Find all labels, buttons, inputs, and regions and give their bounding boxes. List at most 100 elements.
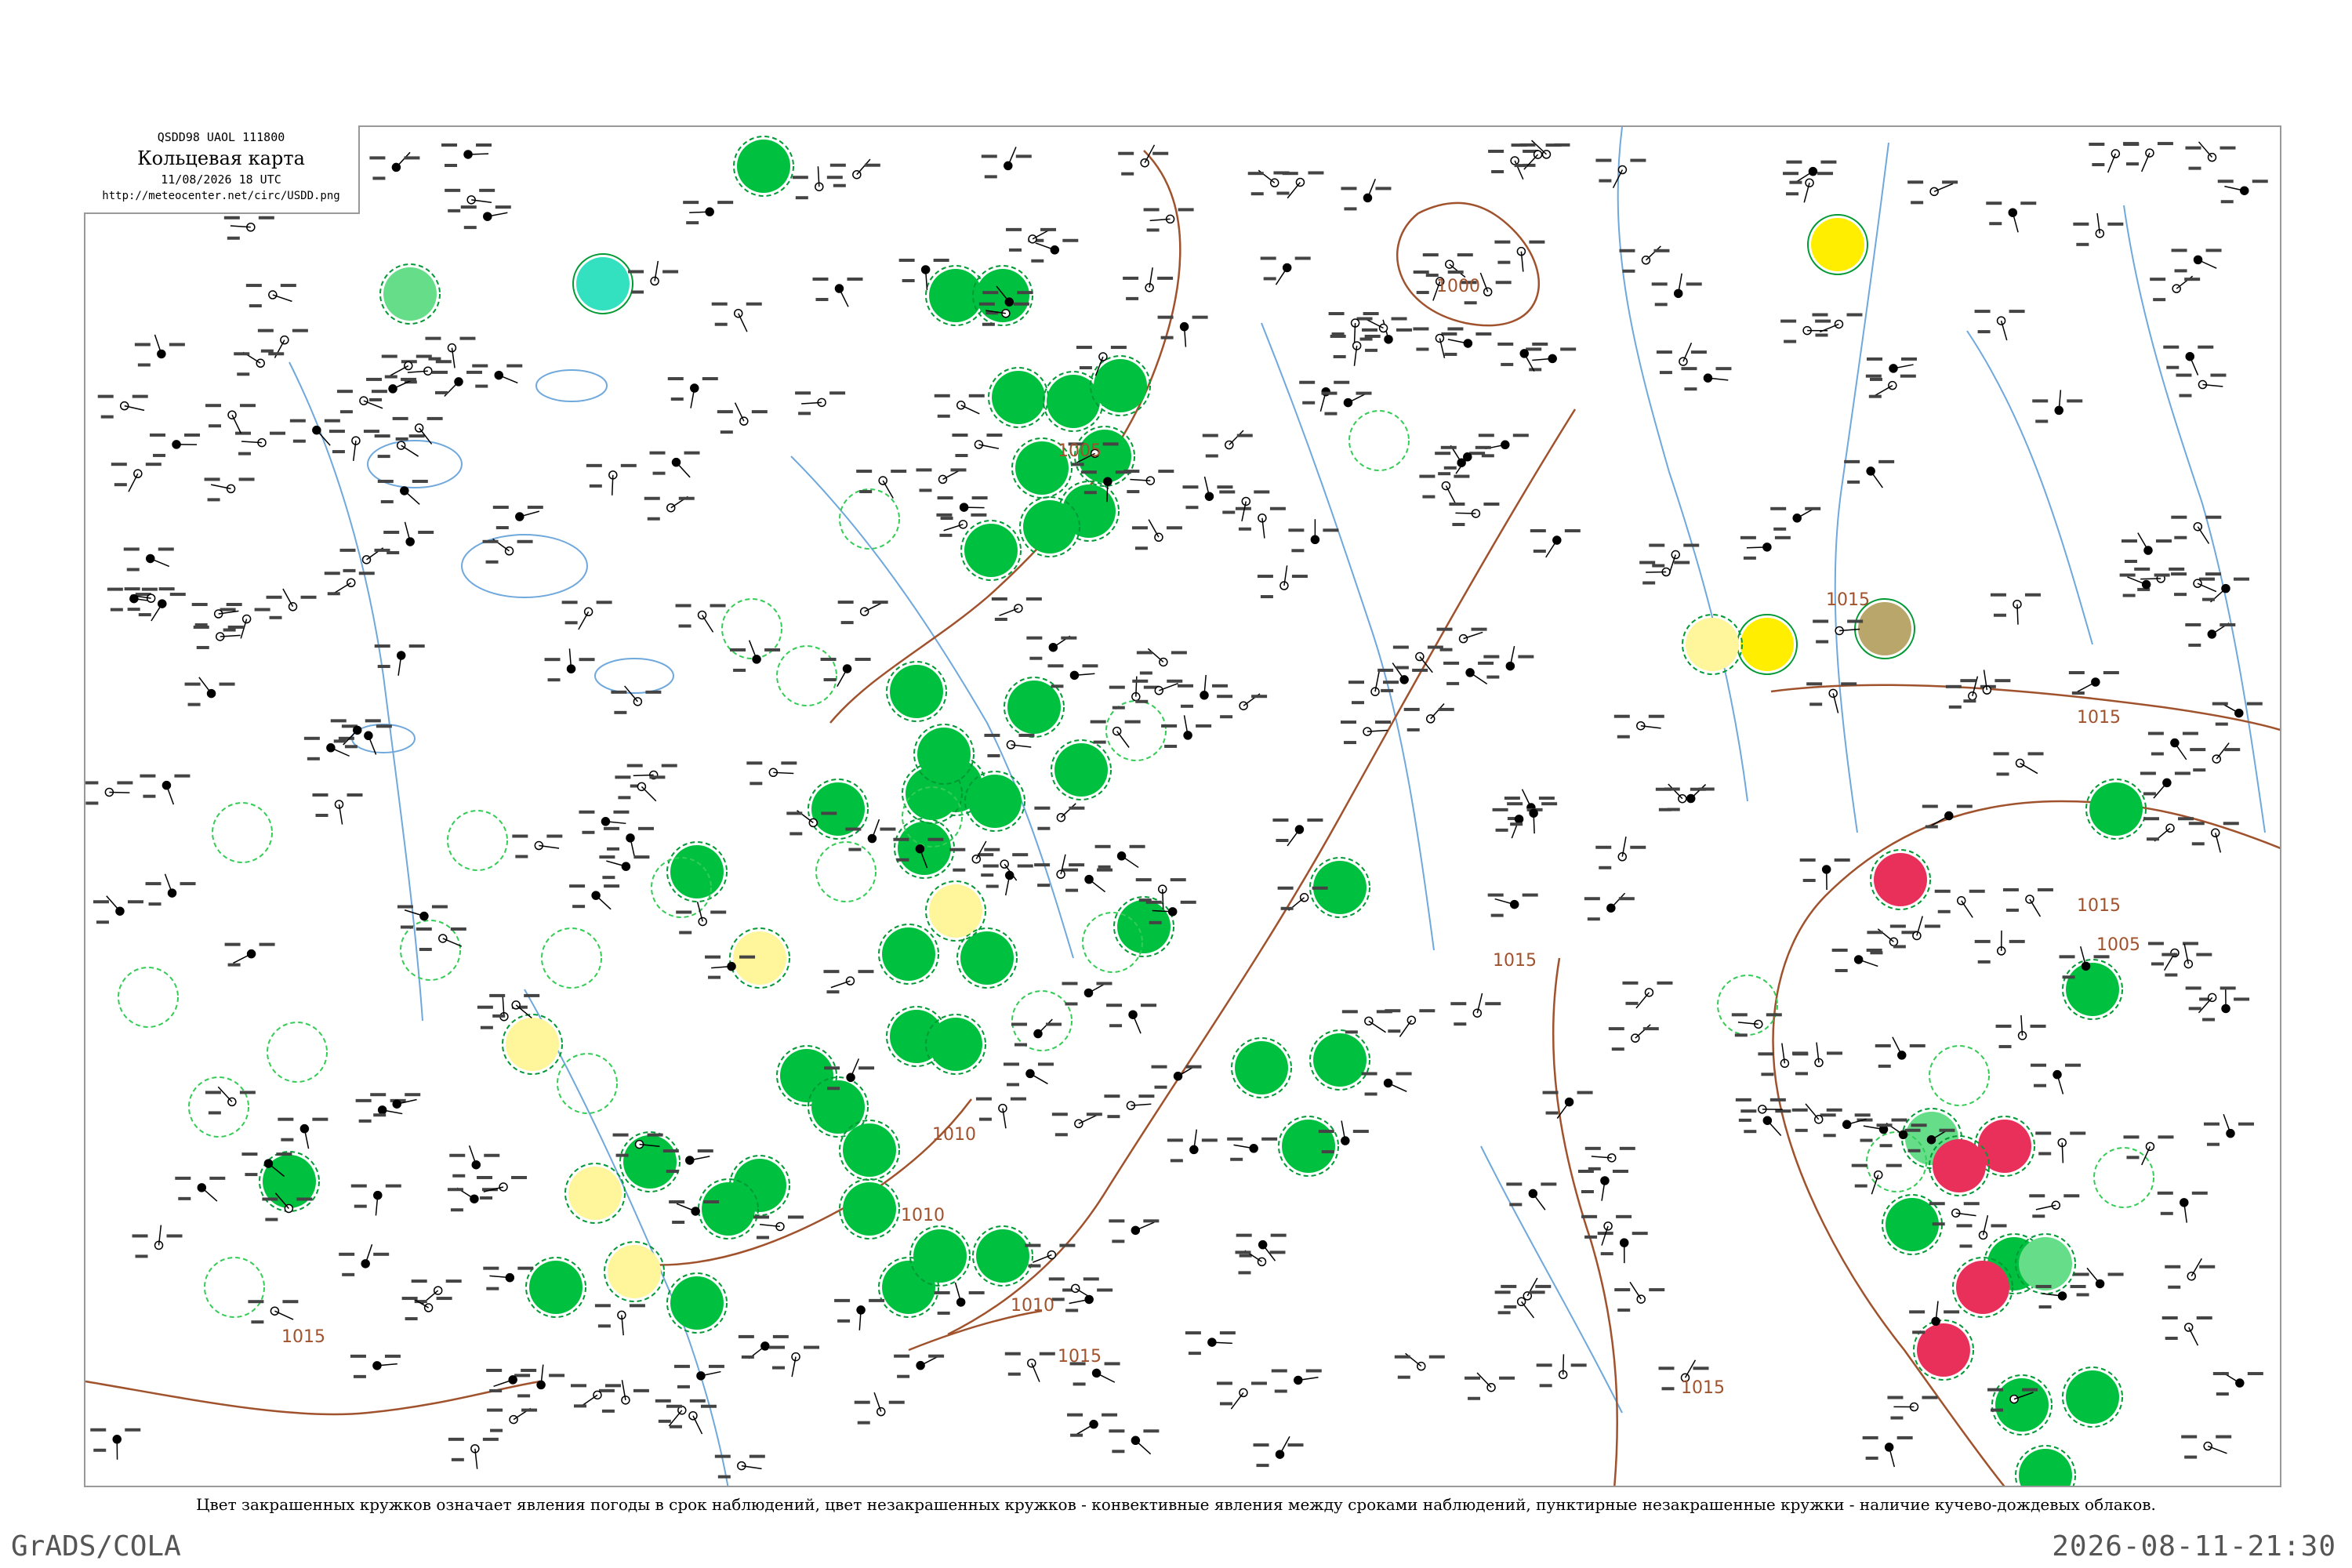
station-value-mark [140, 774, 156, 778]
station-value-mark [1944, 1310, 1960, 1314]
station-plot [1986, 201, 2037, 233]
station-value-mark [1364, 334, 1381, 338]
weather-circle-rain [1047, 375, 1100, 428]
station-value-mark [2196, 1316, 2212, 1320]
station-value-mark [1009, 248, 1022, 252]
station-value-mark [1452, 522, 1465, 526]
station-value-mark [1614, 1288, 1631, 1292]
station-plot [1273, 171, 1324, 199]
station-value-mark [714, 322, 728, 326]
station-plot [1260, 256, 1311, 285]
station-value-mark [1263, 277, 1276, 281]
station-plot [676, 902, 727, 935]
station-value-mark [1171, 651, 1187, 655]
station-value-mark [251, 1320, 264, 1324]
station-value-mark [1299, 380, 1316, 384]
station-value-mark [1062, 238, 1079, 242]
station-value-mark [1545, 143, 1562, 147]
station-value-mark [644, 496, 660, 500]
station-value-mark [137, 363, 151, 367]
station-value-mark [460, 205, 477, 209]
station-value-mark [626, 764, 643, 768]
station-value-mark [1385, 1009, 1401, 1013]
station-value-mark [746, 761, 763, 765]
station-value-mark [898, 258, 915, 262]
station-value-mark [604, 884, 620, 888]
station-value-mark [208, 1111, 221, 1115]
station-value-mark [652, 471, 666, 475]
station-value-mark [1823, 1134, 1836, 1138]
station-value-mark [1611, 1047, 1624, 1051]
weather-circle-fog [576, 257, 630, 310]
station-value-mark [1642, 581, 1656, 585]
station-value-mark [2027, 752, 2044, 756]
station-value-mark [1995, 1024, 2012, 1028]
station-plot [2217, 180, 2268, 204]
station-value-mark [2176, 373, 2192, 377]
station-value-mark [205, 404, 222, 408]
isobar-label: 1010 [1011, 1296, 1054, 1316]
station-plot [224, 942, 275, 967]
station-value-mark [1062, 982, 1078, 985]
wind-barb [390, 365, 409, 376]
river-line [289, 361, 423, 1022]
station-value-mark [1922, 804, 1938, 808]
station-value-mark [370, 1093, 387, 1097]
station-value-mark [1109, 1219, 1125, 1223]
station-value-mark [666, 1404, 682, 1408]
station-value-mark [579, 658, 595, 662]
station-value-mark [1015, 154, 1032, 158]
weather-circle-thunderstorm [1917, 1323, 1970, 1377]
station-value-mark [1435, 452, 1451, 456]
station-value-mark [677, 1385, 690, 1388]
synoptic-map: 1000100510101015101010151015101510151010… [85, 127, 2280, 1486]
station-value-mark [1617, 735, 1630, 739]
station-value-mark [450, 927, 466, 931]
station-value-mark [856, 470, 873, 474]
station-value-mark [2178, 817, 2194, 821]
station-value-mark [1581, 1214, 1598, 1218]
wind-barb [128, 473, 139, 492]
station-value-mark [614, 710, 627, 714]
station-value-mark [270, 431, 286, 435]
station-value-mark [1584, 1146, 1601, 1150]
station-plot [1450, 993, 1501, 1026]
station-value-mark [2190, 748, 2206, 752]
weather-circle-rain [1023, 500, 1076, 554]
wind-barb [1870, 470, 1883, 488]
station-plot [97, 394, 148, 419]
cb-cloud-circle [557, 1053, 618, 1114]
station-value-mark [1110, 346, 1127, 350]
source-url[interactable]: http://meteocenter.net/circ/USDD.png [84, 190, 358, 202]
station-value-mark [2124, 560, 2137, 564]
station-value-mark [655, 1399, 671, 1403]
station-plot [1812, 313, 1863, 337]
station-value-mark [1878, 1064, 1891, 1068]
station-value-mark [1483, 502, 1500, 506]
station-value-mark [1392, 645, 1409, 649]
station-plot [1862, 1436, 1913, 1468]
station-value-mark [631, 290, 644, 294]
station-value-mark [1457, 253, 1473, 257]
station-value-mark [1312, 886, 1328, 890]
wind-barb [1037, 1018, 1053, 1035]
station-value-mark [492, 1014, 506, 1018]
wind-barb [2188, 1327, 2199, 1346]
station-plot [1062, 868, 1113, 893]
station-value-mark [751, 410, 768, 414]
station-value-mark [124, 587, 140, 591]
station-plot [248, 1300, 299, 1324]
station-value-mark [1986, 201, 2002, 205]
station-value-mark [1006, 227, 1022, 231]
isobar-line [1396, 201, 1540, 327]
station-value-mark [1854, 1184, 1867, 1188]
station-value-mark [2188, 166, 2201, 170]
station-value-mark [1934, 889, 1951, 893]
station-plot [1995, 1014, 2046, 1048]
station-value-mark [937, 414, 950, 418]
weather-circle-rain [843, 1182, 896, 1236]
station-value-mark [1889, 924, 1906, 928]
station-plot [1875, 1036, 1926, 1068]
station-plot [2188, 822, 2239, 853]
station-value-mark [1998, 1044, 2012, 1048]
